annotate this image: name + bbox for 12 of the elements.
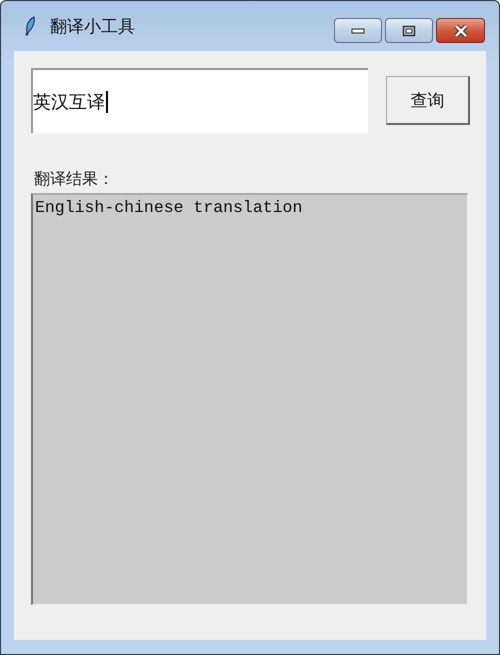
result-text-area[interactable]: English-chinese translation xyxy=(31,193,468,605)
input-field[interactable]: 英汉互译 xyxy=(31,68,368,133)
feather-icon xyxy=(24,16,36,36)
minimize-icon xyxy=(351,28,365,34)
close-button[interactable] xyxy=(436,18,485,43)
window-title: 翻译小工具 xyxy=(50,16,135,38)
maximize-icon xyxy=(402,24,416,36)
close-icon xyxy=(452,24,468,38)
maximize-button[interactable] xyxy=(385,18,433,43)
result-label: 翻译结果： xyxy=(34,169,115,190)
minimize-button[interactable] xyxy=(334,18,382,43)
search-button[interactable]: 查询 xyxy=(386,76,470,125)
